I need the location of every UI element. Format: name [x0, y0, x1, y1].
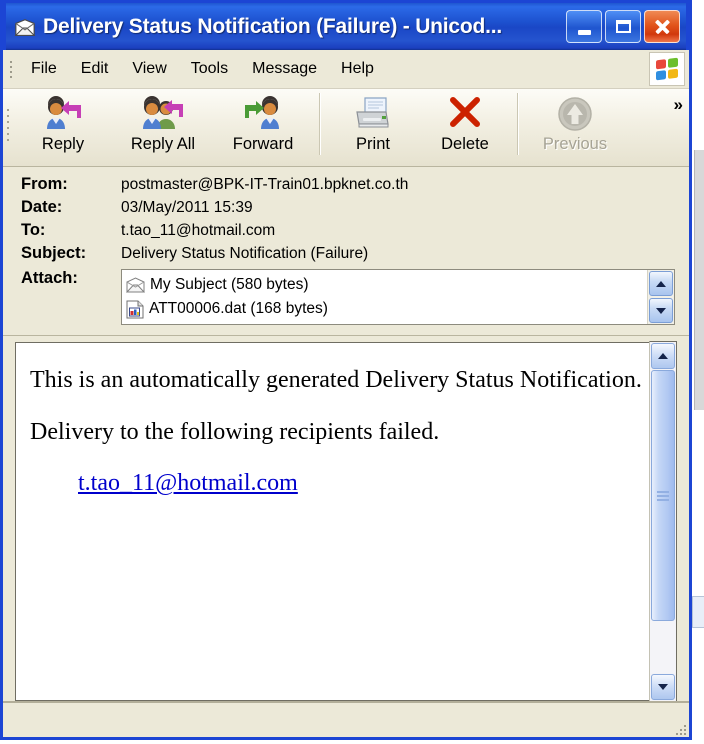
subject-label: Subject: [21, 244, 87, 262]
delete-label: Delete [441, 135, 489, 153]
previous-button[interactable]: Previous [525, 89, 625, 157]
body-scroll-track[interactable] [650, 370, 676, 673]
minimize-icon [577, 29, 591, 35]
print-button[interactable]: Print [327, 89, 419, 157]
body-paragraph-2: Delivery to the following recipients fai… [30, 418, 440, 445]
print-label: Print [356, 135, 390, 153]
from-label: From: [21, 175, 68, 193]
header-row-attach: Attach: My Subject (580 bytes) ATT00006.… [3, 265, 689, 327]
body-scroll-thumb[interactable] [651, 370, 675, 622]
menu-item-edit[interactable]: Edit [69, 57, 121, 81]
maximize-icon [615, 20, 631, 33]
reply-button[interactable]: Reply [13, 89, 113, 157]
toolbar-separator-2 [517, 93, 519, 155]
window-title: Delivery Status Notification (Failure) -… [43, 14, 503, 38]
caption-buttons [566, 10, 680, 43]
to-label: To: [21, 221, 46, 239]
maximize-button[interactable] [605, 10, 641, 43]
menu-bar: File Edit View Tools Message Help [3, 50, 689, 89]
menu-item-help[interactable]: Help [329, 57, 386, 81]
message-body-pane[interactable]: This is an automatically generated Deliv… [15, 342, 649, 701]
reply-label: Reply [41, 135, 85, 153]
dat-file-icon [126, 300, 144, 318]
status-bar [3, 701, 689, 737]
body-scroll-up-button[interactable] [651, 343, 675, 369]
menu-item-view[interactable]: View [120, 57, 178, 81]
delete-button[interactable]: Delete [419, 89, 511, 157]
screenshot-root: Delivery Status Notification (Failure) -… [0, 0, 704, 744]
menu-item-tools[interactable]: Tools [179, 57, 240, 81]
menu-drag-handle[interactable] [7, 58, 15, 80]
delete-x-icon [445, 95, 485, 133]
reply-icon [41, 95, 85, 133]
subject-value: Delivery Status Notification (Failure) [121, 245, 369, 262]
chevron-up-icon [656, 280, 666, 287]
list-item[interactable]: ATT00006.dat (168 bytes) [126, 297, 647, 321]
background-window-fragment [692, 596, 704, 628]
attachment-name: ATT00006.dat (168 bytes) [149, 300, 328, 317]
close-icon [654, 18, 671, 35]
printer-icon [352, 95, 394, 133]
reply-all-icon [139, 95, 187, 133]
reply-all-label: Reply All [130, 135, 196, 153]
forward-label: Forward [232, 135, 294, 153]
scroll-thumb-grip-icon [657, 490, 669, 501]
header-row-subject: Subject: Delivery Status Notification (F… [3, 242, 689, 265]
background-window-edge [694, 150, 704, 410]
previous-label: Previous [542, 135, 608, 153]
forward-icon [241, 95, 285, 133]
reply-all-button[interactable]: Reply All [113, 89, 213, 157]
header-row-to: To: t.tao_11@hotmail.com [3, 219, 689, 242]
title-bar: Delivery Status Notification (Failure) -… [3, 0, 689, 50]
menu-item-message[interactable]: Message [240, 57, 329, 81]
message-header-panel: From: postmaster@BPK-IT-Train01.bpknet.c… [3, 167, 689, 336]
date-label: Date: [21, 198, 63, 216]
list-item[interactable]: My Subject (580 bytes) [126, 273, 647, 297]
toolbar: Reply Reply All Forward Print Delete Pre… [3, 89, 689, 167]
attachment-scroll-down-button[interactable] [649, 298, 673, 323]
body-paragraph-1: This is an automatically generated Deliv… [30, 367, 642, 393]
attachment-list[interactable]: My Subject (580 bytes) ATT00006.dat (168… [121, 269, 675, 325]
close-button[interactable] [644, 10, 680, 43]
chevron-down-icon [656, 307, 666, 314]
attachment-scrollbar[interactable] [647, 270, 674, 324]
menu-item-file[interactable]: File [19, 57, 69, 81]
message-body-area: This is an automatically generated Deliv… [3, 336, 689, 702]
date-value: 03/May/2011 15:39 [121, 199, 253, 216]
to-value: t.tao_11@hotmail.com [121, 222, 276, 239]
from-value: postmaster@BPK-IT-Train01.bpknet.co.th [121, 176, 409, 193]
toolbar-overflow-button[interactable]: » [674, 95, 684, 115]
attachment-name: My Subject (580 bytes) [150, 276, 309, 293]
header-row-from: From: postmaster@BPK-IT-Train01.bpknet.c… [3, 173, 689, 196]
attach-label: Attach: [21, 269, 78, 287]
windows-flag-icon[interactable] [649, 52, 685, 86]
chevron-up-icon [658, 353, 668, 359]
previous-up-arrow-icon [555, 95, 595, 133]
envelope-attachment-icon [126, 277, 145, 293]
toolbar-separator-1 [319, 93, 321, 155]
body-scroll-down-button[interactable] [651, 674, 675, 700]
email-message-window: Delivery Status Notification (Failure) -… [0, 0, 692, 740]
forward-button[interactable]: Forward [213, 89, 313, 157]
chevron-down-icon [658, 684, 668, 690]
message-body-text: This is an automatically generated Deliv… [16, 343, 649, 700]
minimize-button[interactable] [566, 10, 602, 43]
recipient-email-link[interactable]: t.tao_11@hotmail.com [78, 470, 298, 496]
attachment-scroll-up-button[interactable] [649, 271, 673, 296]
envelope-icon [14, 18, 36, 36]
header-row-date: Date: 03/May/2011 15:39 [3, 196, 689, 219]
toolbar-drag-handle[interactable] [3, 93, 13, 157]
body-scrollbar[interactable] [649, 341, 677, 702]
window-resize-grip[interactable] [670, 719, 686, 735]
